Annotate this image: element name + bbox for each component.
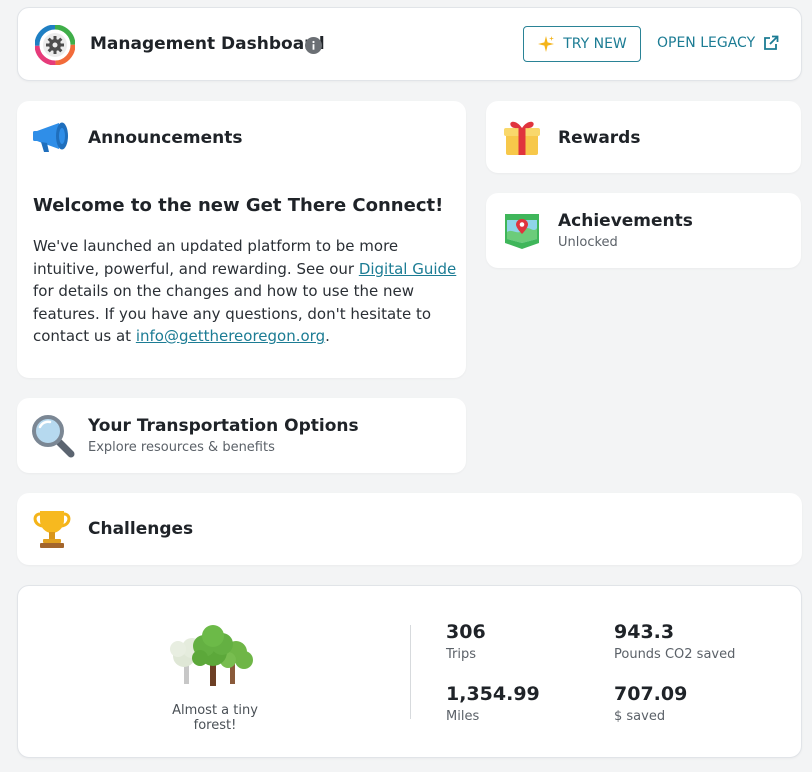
forest-caption: Almost a tiny forest!: [172, 703, 258, 733]
stat-miles: 1,354.99 Miles: [446, 683, 540, 724]
gear-icon: [35, 25, 75, 65]
achievements-card[interactable]: Achievements Unlocked: [486, 193, 801, 268]
email-link[interactable]: info@getthereoregon.org: [136, 327, 325, 345]
achievements-subtitle: Unlocked: [558, 235, 618, 250]
stat-dollars: 707.09 $ saved: [614, 683, 687, 724]
digital-guide-link[interactable]: Digital Guide: [359, 260, 456, 278]
stat-value: 943.3: [614, 621, 675, 643]
trophy-icon: [33, 511, 71, 548]
announcements-card: Announcements Welcome to the new Get The…: [17, 101, 466, 378]
achievements-title: Achievements: [558, 211, 693, 231]
transportation-card[interactable]: Your Transportation Options Explore reso…: [17, 398, 466, 473]
stat-label: $ saved: [614, 709, 666, 724]
try-new-button[interactable]: TRY NEW: [523, 26, 641, 62]
stat-label: Miles: [446, 709, 480, 724]
external-link-icon: [764, 35, 779, 50]
open-legacy-label: OPEN LEGACY: [657, 35, 756, 51]
announcement-body: We've launched an updated platform to be…: [33, 237, 457, 345]
rewards-card[interactable]: Rewards: [486, 101, 801, 173]
megaphone-icon: [33, 122, 68, 152]
stats-divider: [410, 625, 411, 719]
transportation-subtitle: Explore resources & benefits: [88, 440, 275, 455]
try-new-label: TRY NEW: [563, 36, 627, 52]
stat-trips: 306 Trips: [446, 621, 486, 662]
sparkle-icon: [538, 36, 555, 52]
gift-icon: [504, 121, 540, 155]
info-icon[interactable]: [305, 37, 322, 54]
magnifier-icon: [32, 415, 75, 458]
stat-label: Pounds CO2 saved: [614, 647, 736, 662]
map-icon: [505, 214, 539, 249]
stat-value: 306: [446, 621, 486, 643]
transportation-title: Your Transportation Options: [88, 416, 359, 436]
open-legacy-link[interactable]: OPEN LEGACY: [657, 35, 779, 51]
rewards-title: Rewards: [558, 128, 641, 148]
stat-value: 707.09: [614, 683, 688, 705]
challenges-card[interactable]: Challenges: [17, 493, 802, 565]
announcement-headline: Welcome to the new Get There Connect!: [33, 195, 444, 216]
announcements-title: Announcements: [88, 128, 243, 148]
stat-co2: 943.3 Pounds CO2 saved: [614, 621, 735, 662]
stat-label: Trips: [446, 647, 477, 662]
header-card: Management Dashboard TRY NEW OPEN LEGACY: [17, 7, 802, 81]
trees-icon: [170, 625, 253, 686]
page-title: Management Dashboard: [90, 34, 325, 54]
impact-stats-card: Almost a tiny forest! 306 Trips 943.3 Po…: [17, 585, 802, 758]
stat-value: 1,354.99: [446, 683, 540, 705]
challenges-title: Challenges: [88, 519, 194, 539]
